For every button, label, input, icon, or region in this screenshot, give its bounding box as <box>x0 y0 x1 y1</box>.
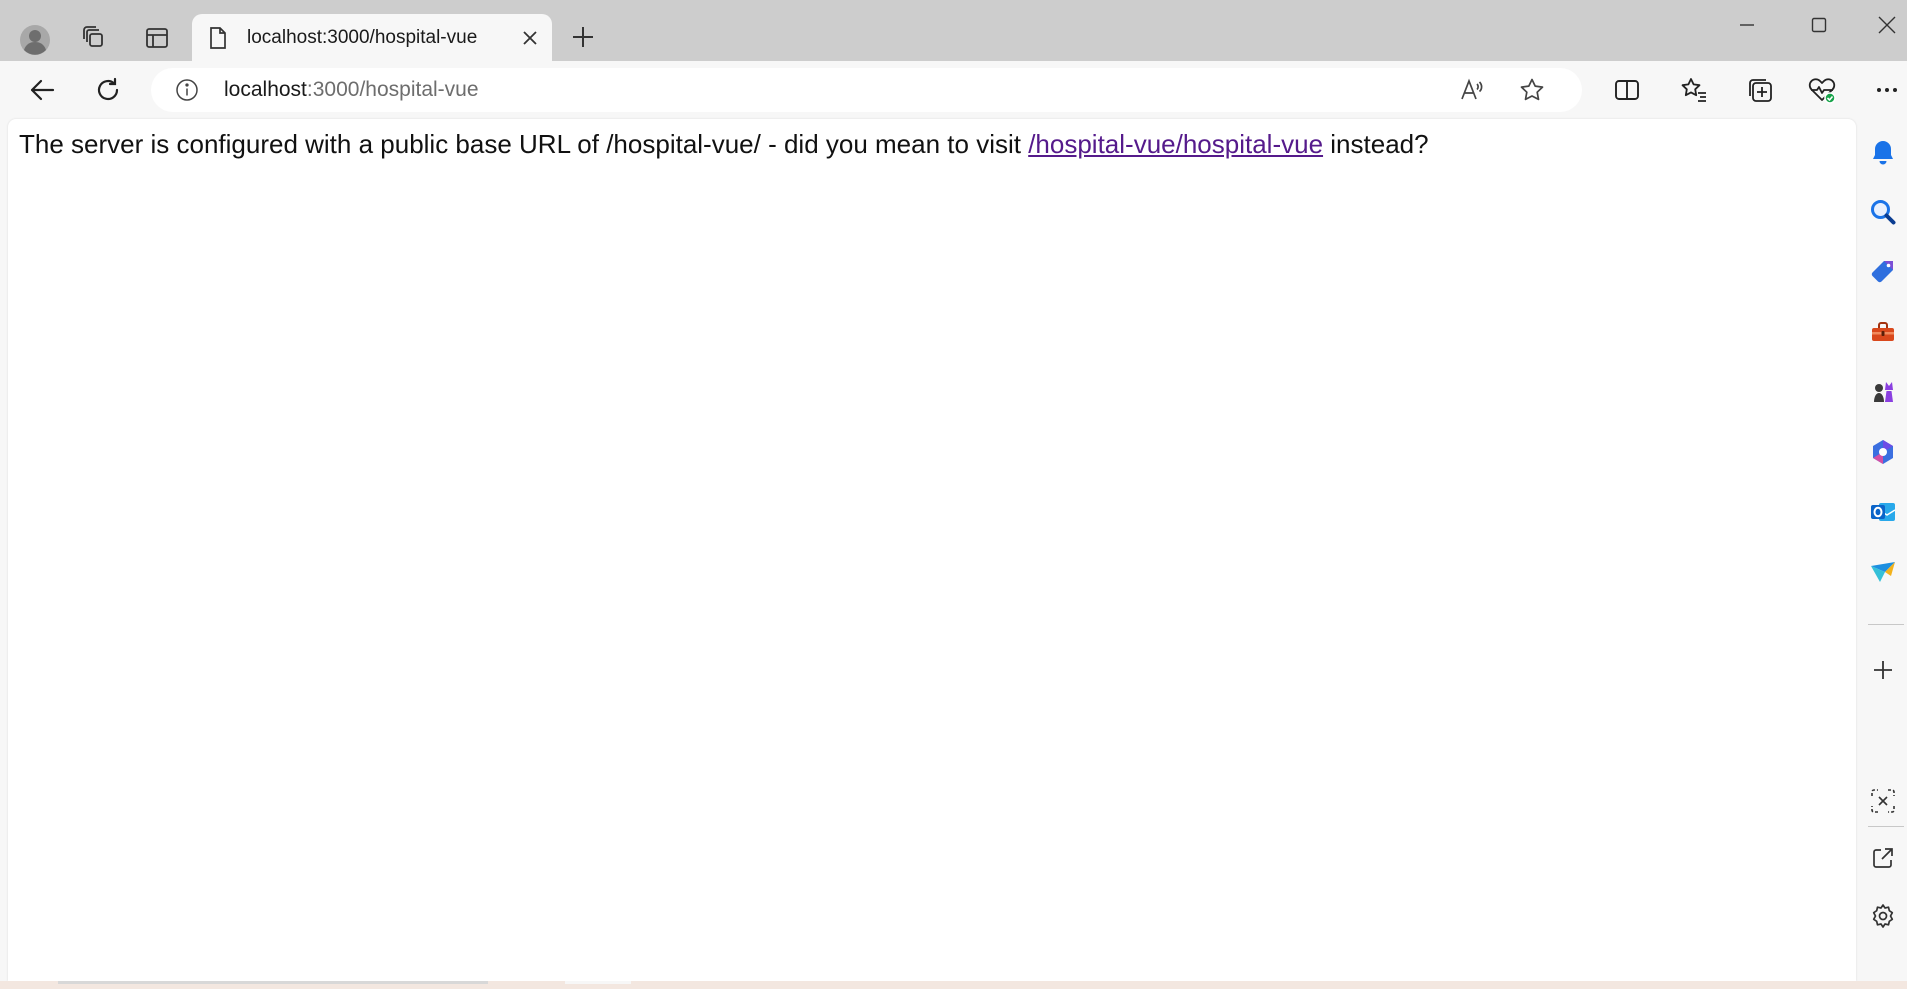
read-aloud-icon[interactable] <box>1454 72 1490 108</box>
url-host: localhost <box>224 78 307 101</box>
screenshot-icon[interactable] <box>1863 781 1903 821</box>
back-icon[interactable] <box>19 67 65 113</box>
send-icon[interactable] <box>1863 552 1903 592</box>
favorites-icon[interactable] <box>1671 67 1717 113</box>
collections-icon[interactable] <box>1737 67 1783 113</box>
navigation-toolbar: localhost:3000/hospital-vue <box>0 61 1907 119</box>
copilot-icon[interactable] <box>1863 432 1903 472</box>
scrollbar-segment <box>565 981 631 984</box>
horizontal-scrollbar[interactable] <box>58 981 488 984</box>
tab-active[interactable]: localhost:3000/hospital-vue <box>192 14 552 61</box>
outlook-icon[interactable] <box>1863 492 1903 532</box>
bell-icon[interactable] <box>1863 132 1903 172</box>
workspaces-icon[interactable] <box>71 15 117 61</box>
split-screen-icon[interactable] <box>1604 67 1650 113</box>
address-url: localhost:3000/hospital-vue <box>224 78 479 102</box>
sidebar-divider-2 <box>1868 826 1904 827</box>
tab-title: localhost:3000/hospital-vue <box>247 27 478 48</box>
message-text: The server is configured with a public b… <box>19 129 1029 159</box>
vertical-tabs-icon[interactable] <box>134 15 180 61</box>
open-external-icon[interactable] <box>1863 838 1903 878</box>
page-icon <box>208 26 228 50</box>
info-icon[interactable] <box>175 78 199 102</box>
tools-icon[interactable] <box>1863 312 1903 352</box>
suggested-link[interactable]: /hospital-vue/hospital-vue <box>1028 129 1323 159</box>
bottom-strip <box>0 981 1907 989</box>
address-bar[interactable]: localhost:3000/hospital-vue <box>151 68 1582 112</box>
minimize-icon[interactable] <box>1712 0 1782 50</box>
close-window-icon[interactable] <box>1852 0 1907 50</box>
settings-icon[interactable] <box>1863 896 1903 936</box>
error-message: The server is configured with a public b… <box>19 129 1429 160</box>
edge-sidebar <box>1860 119 1907 989</box>
new-tab-icon[interactable] <box>560 14 606 60</box>
message-suffix: instead? <box>1323 129 1429 159</box>
add-icon[interactable] <box>1863 650 1903 690</box>
shopping-tag-icon[interactable] <box>1863 252 1903 292</box>
close-icon[interactable] <box>518 26 542 50</box>
more-icon[interactable] <box>1864 67 1907 113</box>
favorite-star-icon[interactable] <box>1514 72 1550 108</box>
search-icon[interactable] <box>1863 192 1903 232</box>
maximize-icon[interactable] <box>1784 0 1854 50</box>
tab-strip: localhost:3000/hospital-vue <box>0 0 1907 61</box>
browser-essentials-icon[interactable] <box>1799 67 1845 113</box>
games-icon[interactable] <box>1863 372 1903 412</box>
sidebar-divider <box>1868 624 1904 625</box>
page-viewport: The server is configured with a public b… <box>8 119 1856 981</box>
profile-icon[interactable] <box>12 17 58 63</box>
refresh-icon[interactable] <box>85 67 131 113</box>
url-path: :3000/hospital-vue <box>306 78 479 101</box>
